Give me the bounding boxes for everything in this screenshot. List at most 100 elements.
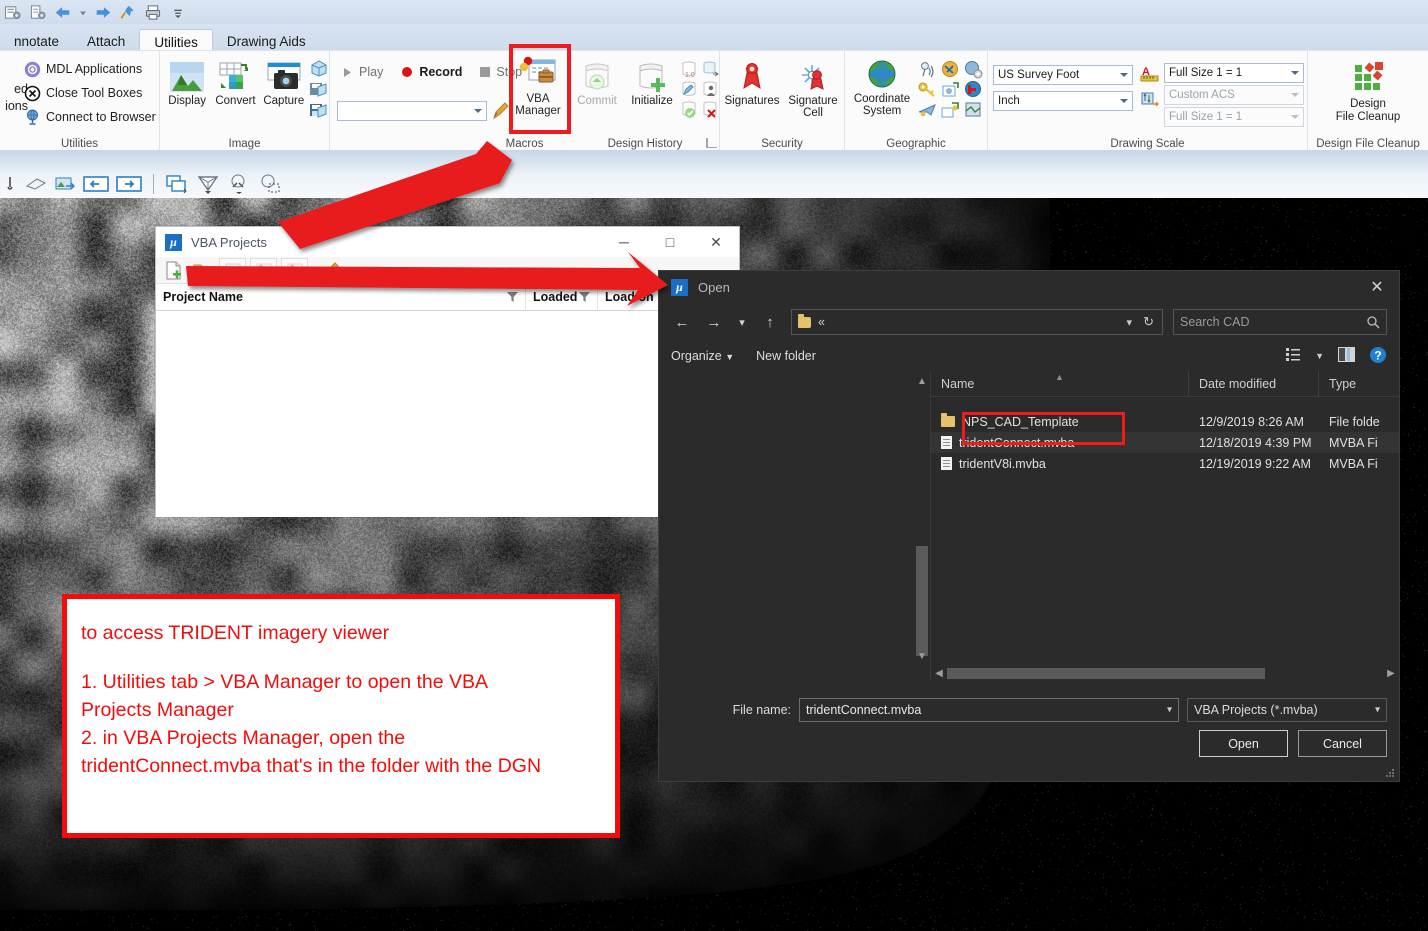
image-capture-button[interactable]: Capture xyxy=(261,59,307,107)
signature-cell-button[interactable]: Signature Cell xyxy=(784,59,842,119)
render-cube-icon[interactable] xyxy=(309,59,329,78)
next-view-icon[interactable] xyxy=(116,175,142,193)
hscroll-right-arrow[interactable]: ▶ xyxy=(1383,668,1399,679)
undo-dropdown-icon[interactable] xyxy=(79,4,87,21)
undo-icon[interactable] xyxy=(54,4,72,21)
render-save-icon[interactable] xyxy=(309,80,329,99)
geo-export-icon[interactable] xyxy=(940,100,961,119)
geo-marker-icon[interactable] xyxy=(963,80,984,99)
resize-grip-icon[interactable] xyxy=(1386,769,1395,778)
scroll-up-arrow[interactable]: ▲ xyxy=(914,371,930,391)
file-list-horizontal-scrollbar[interactable]: ◀ ▶ xyxy=(931,666,1399,681)
print-icon[interactable] xyxy=(144,4,162,21)
new-project-icon[interactable] xyxy=(161,259,186,281)
geo-key-icon[interactable] xyxy=(917,80,938,99)
image-paste-icon[interactable] xyxy=(54,175,76,193)
recent-locations-button[interactable]: ▾ xyxy=(735,311,749,333)
filter-icon[interactable] xyxy=(579,292,590,302)
pencil-icon[interactable] xyxy=(492,100,510,120)
image-display-button[interactable]: Display xyxy=(164,59,210,107)
vba-close-button[interactable]: ✕ xyxy=(693,227,739,257)
history-user-icon[interactable] xyxy=(701,81,720,99)
record-stop-icon[interactable] xyxy=(281,258,308,282)
file-type-filter-combo[interactable]: VBA Projects (*.mvba) ▾ xyxy=(1187,698,1387,722)
column-name[interactable]: ▲ Name xyxy=(931,371,1189,396)
file-name-input[interactable]: tridentConnect.mvba ▾ xyxy=(799,698,1179,722)
chevron-down-icon[interactable]: ▾ xyxy=(1167,705,1172,716)
clip-mask-icon[interactable] xyxy=(258,174,282,194)
signatures-button[interactable]: Signatures xyxy=(722,59,782,107)
view-dropdown-icon[interactable]: ▼ xyxy=(1315,351,1324,361)
scale-acs-combo[interactable]: Custom ACS xyxy=(1164,85,1304,105)
help-icon[interactable]: ? xyxy=(1369,346,1387,367)
unit-secondary-combo[interactable]: Inch xyxy=(993,91,1133,111)
navigation-pane[interactable]: ▲ ▼ xyxy=(659,371,931,681)
organize-button[interactable]: Organize ▼ xyxy=(671,349,734,363)
vba-maximize-button[interactable]: □ xyxy=(647,227,693,257)
history-branch-icon[interactable] xyxy=(701,61,720,79)
previous-view-icon[interactable] xyxy=(83,175,109,193)
back-button[interactable]: ← xyxy=(671,311,693,333)
view-rotate-icon[interactable] xyxy=(196,174,220,194)
scroll-thumb[interactable] xyxy=(916,546,928,656)
new-folder-button[interactable]: New folder xyxy=(756,349,816,363)
preview-pane-icon[interactable] xyxy=(1338,347,1355,365)
redo-icon[interactable] xyxy=(94,4,112,21)
view-list-icon[interactable] xyxy=(1286,348,1301,365)
close-tool-boxes-button[interactable]: Close Tool Boxes xyxy=(24,81,156,105)
customize-qat-icon[interactable] xyxy=(169,4,187,21)
forward-button[interactable]: → xyxy=(703,311,725,333)
vba-projects-titlebar[interactable]: μ VBA Projects ─ □ ✕ xyxy=(156,227,739,257)
pin-icon[interactable] xyxy=(119,4,137,21)
save-image-icon[interactable] xyxy=(309,101,329,120)
mdl-applications-button[interactable]: MDL Applications xyxy=(24,57,156,81)
macro-record-button[interactable]: Record xyxy=(401,65,462,79)
vba-minimize-button[interactable]: ─ xyxy=(601,227,647,257)
refresh-icon[interactable]: ↻ xyxy=(1143,314,1154,330)
tab-drawing-aids[interactable]: Drawing Aids xyxy=(213,29,320,50)
column-project-name[interactable]: Project Name xyxy=(156,284,526,310)
tab-annotate[interactable]: nnotate xyxy=(0,29,73,50)
vba-projects-window[interactable]: μ VBA Projects ─ □ ✕ Project Name Loaded… xyxy=(155,226,740,517)
tab-attach[interactable]: Attach xyxy=(73,29,139,50)
geo-capture-icon[interactable] xyxy=(940,80,961,99)
annotation-scale-icon[interactable]: A xyxy=(1140,64,1159,83)
unit-primary-combo[interactable]: US Survey Foot xyxy=(993,65,1133,85)
open-project-icon[interactable] xyxy=(190,259,215,281)
column-loaded[interactable]: Loaded xyxy=(526,284,598,310)
geo-settings-icon[interactable] xyxy=(963,60,984,79)
address-dropdown-icon[interactable]: ▾ xyxy=(1126,316,1132,329)
load-project-icon[interactable] xyxy=(219,258,246,282)
history-delete-icon[interactable] xyxy=(701,101,720,119)
tab-utilities[interactable]: Utilities xyxy=(139,29,213,50)
scale-primary-combo[interactable]: Full Size 1 = 1 xyxy=(1164,63,1304,83)
open-button[interactable]: Open xyxy=(1199,730,1288,757)
column-date-modified[interactable]: Date modified xyxy=(1189,371,1319,396)
commit-button[interactable]: Commit xyxy=(570,59,624,107)
pointer-icon[interactable] xyxy=(2,175,18,193)
fence-icon[interactable] xyxy=(25,175,47,193)
clip-volume-icon[interactable] xyxy=(227,174,251,194)
macro-select-combo[interactable] xyxy=(337,101,487,121)
history-version-icon[interactable]: 1.0 xyxy=(680,61,699,79)
filter-icon[interactable] xyxy=(507,292,518,302)
cancel-button[interactable]: Cancel xyxy=(1298,730,1387,757)
geo-globe-icon[interactable] xyxy=(940,60,961,79)
design-history-dialog-launcher[interactable] xyxy=(707,138,717,148)
vba-projects-list[interactable] xyxy=(156,311,739,517)
open-dialog-titlebar[interactable]: μ Open ✕ xyxy=(659,271,1399,303)
open-dialog-close-button[interactable]: ✕ xyxy=(1355,271,1399,303)
geo-plane-icon[interactable] xyxy=(917,100,938,119)
scroll-down-arrow[interactable]: ▼ xyxy=(914,646,930,666)
coordinate-system-button[interactable]: Coordinate System xyxy=(851,57,913,117)
scale-tertiary-combo[interactable]: Full Size 1 = 1 xyxy=(1164,107,1304,127)
history-approve-icon[interactable] xyxy=(680,101,699,119)
image-convert-button[interactable]: Convert xyxy=(212,59,258,107)
properties-icon[interactable] xyxy=(4,4,22,21)
search-input[interactable]: Search CAD xyxy=(1173,309,1387,335)
open-dialog[interactable]: μ Open ✕ ← → ▾ ↑ « ▾ ↻ Search CAD Organi… xyxy=(658,270,1400,782)
gps-icon[interactable] xyxy=(917,60,938,79)
table-row[interactable]: tridentV8i.mvba 12/19/2019 9:22 AM MVBA … xyxy=(931,453,1399,474)
scale-lock-icon[interactable] xyxy=(1140,90,1159,109)
connect-to-browser-button[interactable]: Connect to Browser xyxy=(24,105,156,129)
